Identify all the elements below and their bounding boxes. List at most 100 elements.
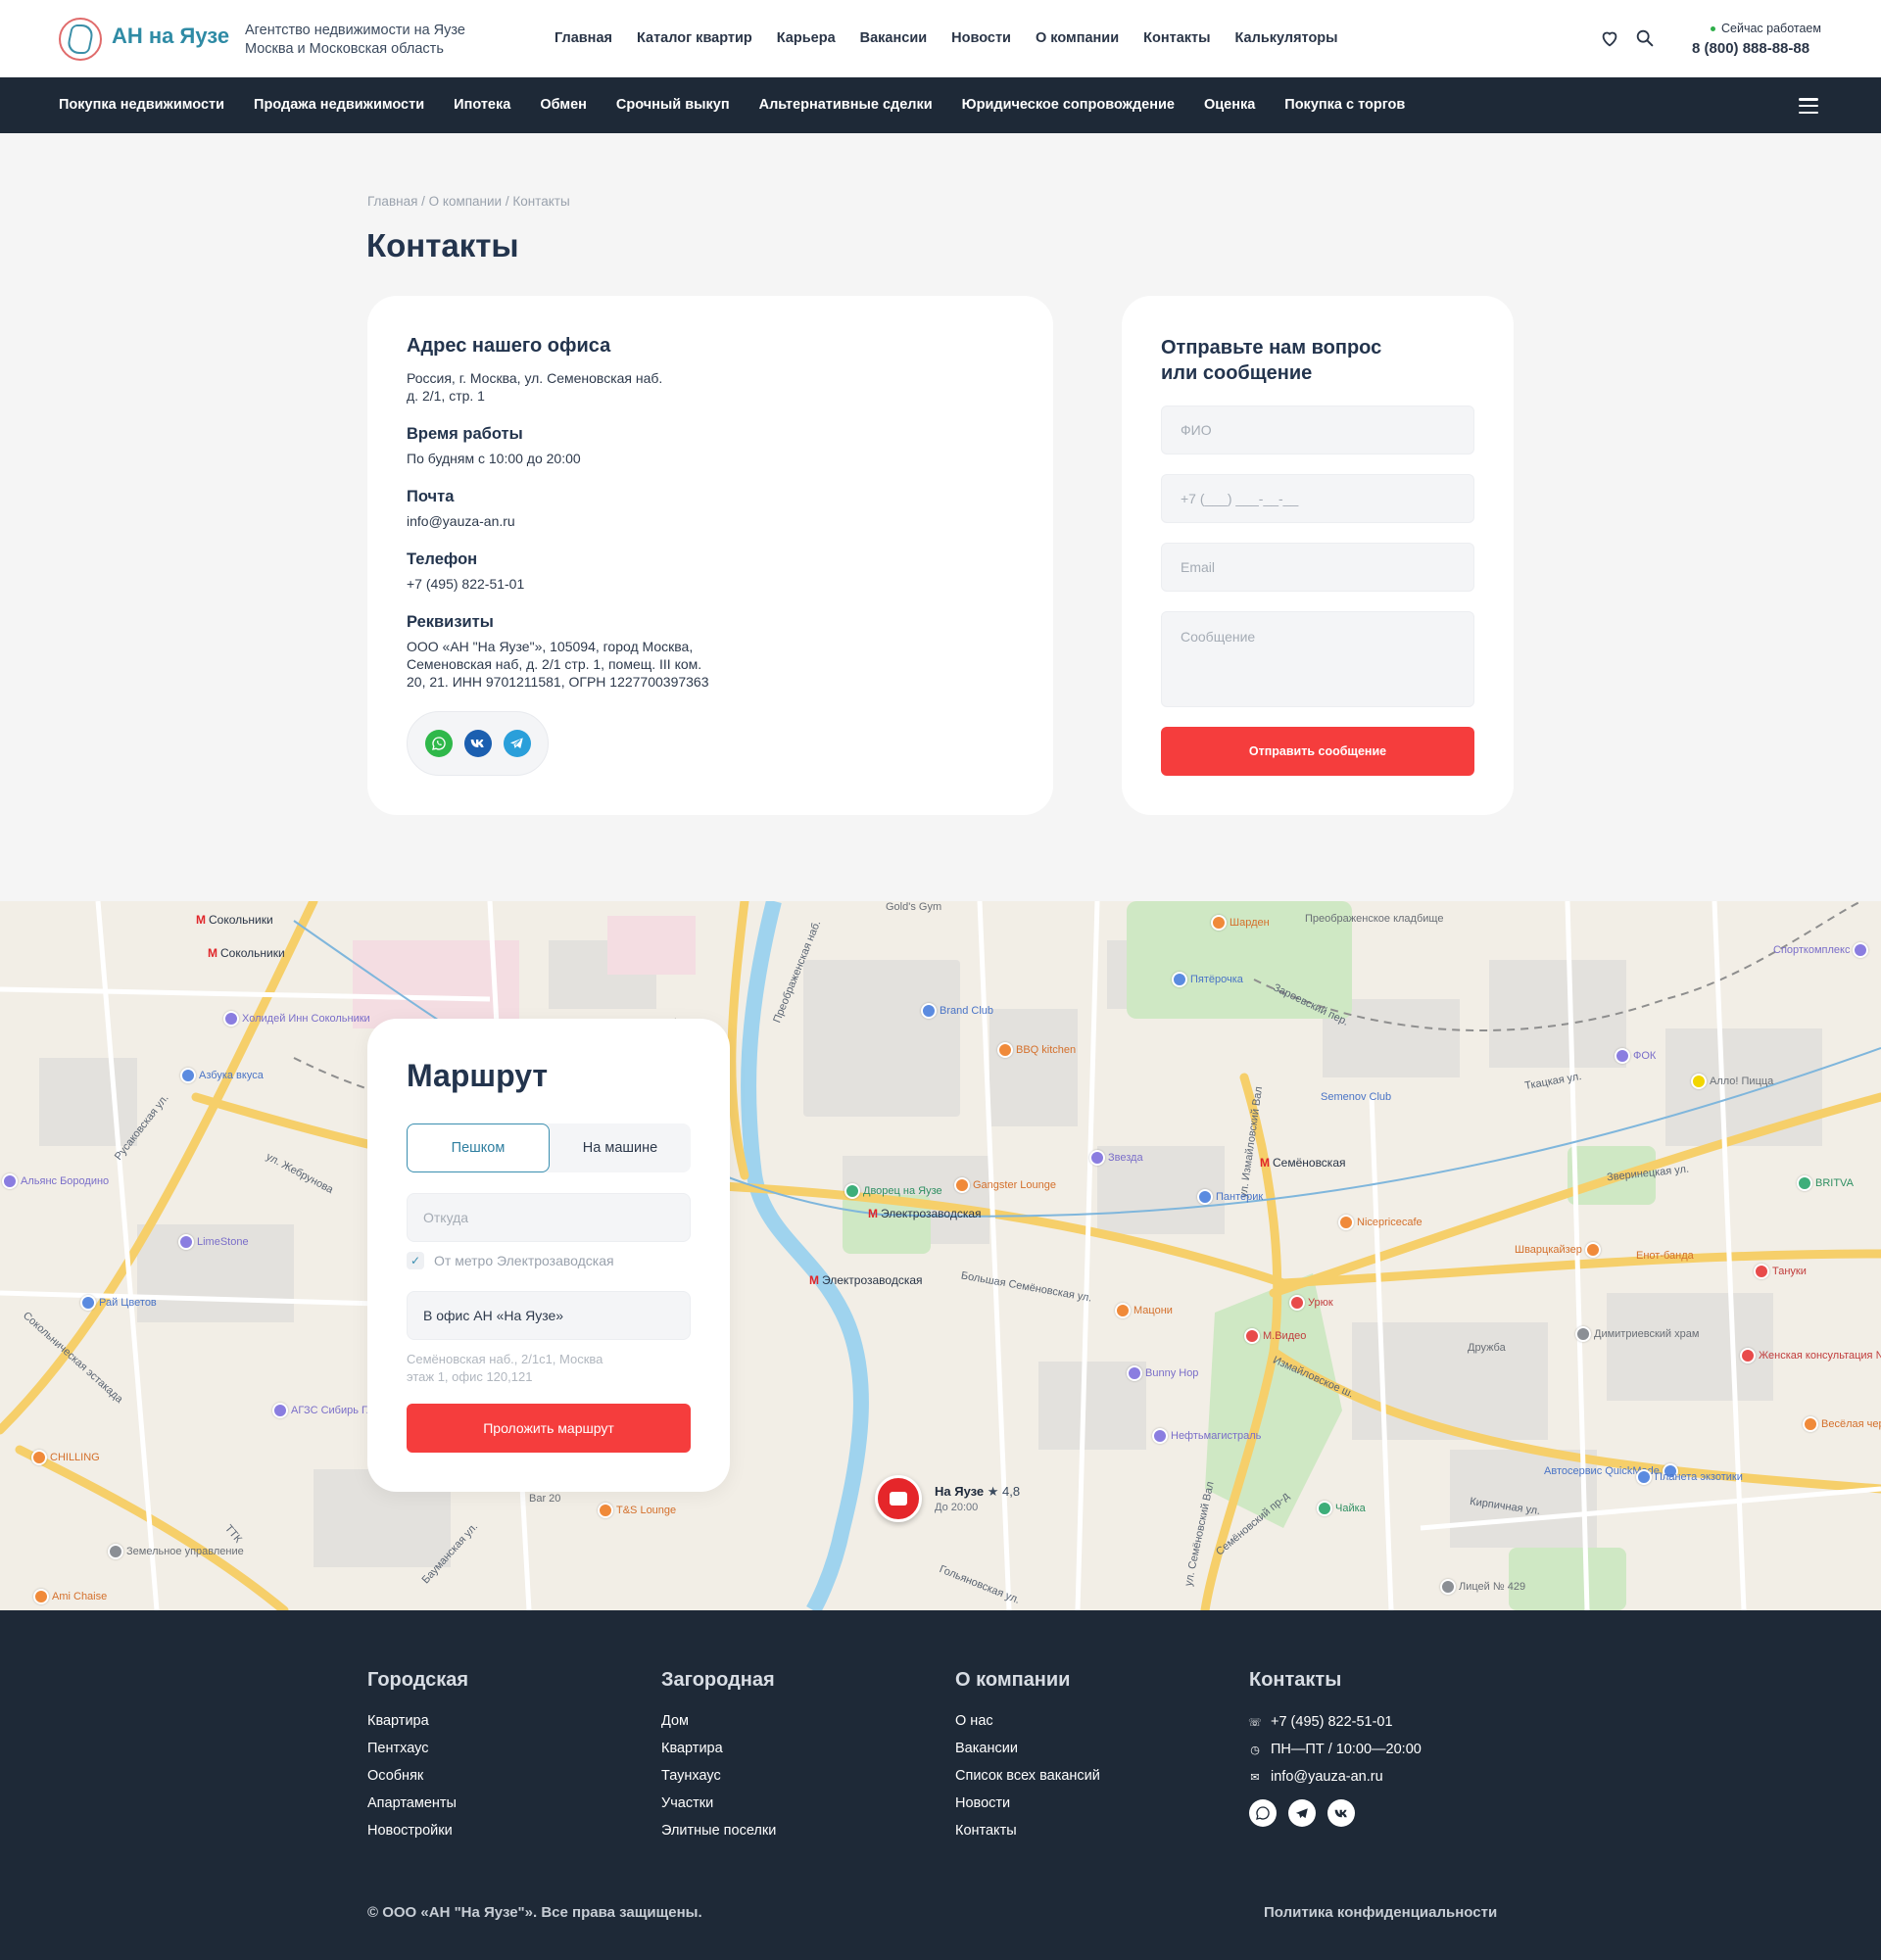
footer-link[interactable]: Новости (955, 1795, 1100, 1813)
service-auctions[interactable]: Покупка с торгов (1284, 97, 1405, 113)
map-poi[interactable]: Bar 20 (529, 1493, 560, 1505)
nav-vacancies[interactable]: Вакансии (860, 30, 928, 46)
footer-link[interactable]: Таунхаус (661, 1768, 776, 1786)
map-poi[interactable]: CHILLING (31, 1450, 100, 1465)
footer-link[interactable]: Особняк (367, 1768, 468, 1786)
map-poi[interactable]: Женская консультация №1 (1740, 1348, 1881, 1363)
whatsapp-icon[interactable] (1249, 1799, 1277, 1827)
search-icon[interactable] (1634, 27, 1656, 49)
route-from-input[interactable] (407, 1193, 691, 1242)
service-exchange[interactable]: Обмен (540, 97, 587, 113)
mode-walk-button[interactable]: Пешком (407, 1123, 550, 1172)
telegram-icon[interactable] (1288, 1799, 1316, 1827)
mail-link[interactable]: info@yauza-an.ru (407, 512, 515, 530)
whatsapp-icon[interactable] (424, 730, 453, 757)
service-valuation[interactable]: Оценка (1204, 97, 1255, 113)
footer-link[interactable]: Контакты (955, 1823, 1100, 1840)
footer-link[interactable]: Вакансии (955, 1741, 1100, 1758)
map-poi[interactable]: Азбука вкуса (180, 1068, 264, 1083)
map-poi[interactable]: Альянс Бородино (2, 1173, 109, 1189)
map-poi[interactable]: Планета экзотики (1636, 1469, 1743, 1485)
nav-main[interactable]: Главная (555, 30, 612, 46)
privacy-policy-link[interactable]: Политика конфиденциальности (1264, 1904, 1497, 1921)
vk-icon[interactable] (1327, 1799, 1355, 1827)
metro-station[interactable]: М Семёновская (1260, 1156, 1346, 1170)
footer-link[interactable]: Дом (661, 1713, 776, 1731)
marker-title[interactable]: На Яузе ★ 4,8 (935, 1484, 1020, 1500)
map-poi[interactable]: BBQ kitchen (997, 1042, 1076, 1058)
map-poi[interactable]: Рай Цветов (80, 1295, 157, 1311)
map-poi[interactable]: LimeStone (178, 1234, 249, 1250)
footer-phone[interactable]: ☏ +7 (495) 822-51-01 (1248, 1713, 1422, 1731)
footer-email[interactable]: ✉ info@yauza-an.ru (1249, 1768, 1422, 1786)
phone-link[interactable]: +7 (495) 822-51-01 (407, 575, 524, 593)
route-to-input[interactable] (407, 1291, 691, 1340)
nav-contacts[interactable]: Контакты (1143, 30, 1210, 46)
nav-calculators[interactable]: Калькуляторы (1235, 30, 1338, 46)
map-poi[interactable]: Звезда (1089, 1150, 1143, 1166)
map-poi[interactable]: Спорткомплекс (1773, 942, 1869, 958)
phone-input[interactable] (1161, 474, 1474, 523)
metro-station[interactable]: М Сокольники (208, 946, 285, 960)
footer-link[interactable]: О нас (955, 1713, 1100, 1731)
service-alternative-deals[interactable]: Альтернативные сделки (759, 97, 933, 113)
mode-car-button[interactable]: На машине (550, 1123, 691, 1172)
map-poi[interactable]: Semenov Club (1321, 1091, 1391, 1103)
map-poi[interactable]: Gold's Gym (886, 901, 941, 913)
map-poi[interactable]: Чайка (1317, 1501, 1366, 1516)
map-poi[interactable]: Лицей № 429 (1440, 1579, 1525, 1595)
metro-station[interactable]: М Электрозаводская (868, 1207, 982, 1220)
build-route-button[interactable]: Проложить маршрут (407, 1404, 691, 1453)
office-map-marker[interactable] (875, 1475, 922, 1522)
service-mortgage[interactable]: Ипотека (454, 97, 510, 113)
map-poi[interactable]: Холидей Инн Сокольники (223, 1011, 370, 1027)
email-input[interactable] (1161, 543, 1474, 592)
checkbox-check-icon[interactable]: ✓ (407, 1252, 424, 1269)
nav-about[interactable]: О компании (1036, 30, 1119, 46)
map-poi[interactable]: Весёлая черепашка (1803, 1416, 1881, 1432)
map-poi[interactable]: Димитриевский храм (1575, 1326, 1699, 1342)
map-poi[interactable]: Шварцкайзер (1515, 1242, 1601, 1258)
map-poi[interactable]: АГЗС Сибирь ГАЗ (272, 1403, 380, 1418)
brand-name[interactable]: АН на Яузе (112, 24, 229, 49)
map-poi[interactable]: Пантерик (1197, 1189, 1263, 1205)
map-poi[interactable]: BRITVA (1797, 1175, 1854, 1191)
map-poi[interactable]: Brand Club (921, 1003, 993, 1019)
map-poi[interactable]: ФОК (1615, 1048, 1656, 1064)
name-input[interactable] (1161, 406, 1474, 454)
map-poi[interactable]: Пятёрочка (1172, 972, 1243, 987)
message-textarea[interactable] (1161, 611, 1474, 707)
footer-link[interactable]: Апартаменты (367, 1795, 468, 1813)
map-poi[interactable]: Преображенское кладбище (1305, 913, 1443, 925)
heart-icon[interactable] (1599, 27, 1620, 49)
breadcrumb[interactable]: Главная / О компании / Контакты (367, 194, 570, 209)
footer-link[interactable]: Элитные поселки (661, 1823, 776, 1840)
nav-career[interactable]: Карьера (777, 30, 836, 46)
map-poi[interactable]: Ami Chaise (33, 1589, 107, 1604)
service-legal[interactable]: Юридическое сопровождение (962, 97, 1175, 113)
nav-catalog[interactable]: Каталог квартир (637, 30, 752, 46)
map-poi[interactable]: Тануки (1754, 1264, 1807, 1279)
logo-icon[interactable] (59, 18, 102, 61)
map-poi[interactable]: Енот-банда (1636, 1250, 1694, 1262)
service-buy[interactable]: Покупка недвижимости (59, 97, 224, 113)
footer-link[interactable]: Квартира (661, 1741, 776, 1758)
service-sell[interactable]: Продажа недвижимости (254, 97, 424, 113)
map-poi[interactable]: Nicepricecafe (1338, 1215, 1423, 1230)
send-message-button[interactable]: Отправить сообщение (1161, 727, 1474, 776)
metro-checkbox[interactable]: ✓ От метро Электрозаводская (407, 1252, 614, 1269)
header-phone[interactable]: 8 (800) 888-88-88 (1692, 40, 1809, 57)
telegram-icon[interactable] (503, 730, 531, 757)
nav-news[interactable]: Новости (951, 30, 1011, 46)
metro-station[interactable]: М Электрозаводская (809, 1273, 923, 1287)
footer-link[interactable]: Пентхаус (367, 1741, 468, 1758)
map-poi[interactable]: Урюк (1289, 1295, 1333, 1311)
map-poi[interactable]: Мацони (1115, 1303, 1173, 1318)
map-poi[interactable]: Дворец на Яузе (844, 1183, 942, 1199)
metro-station[interactable]: М Сокольники (196, 913, 273, 927)
map-poi[interactable]: Шарден (1211, 915, 1270, 931)
map-poi[interactable]: Bunny Hop (1127, 1365, 1198, 1381)
burger-icon[interactable] (1799, 98, 1818, 114)
footer-link[interactable]: Новостройки (367, 1823, 468, 1840)
footer-link[interactable]: Участки (661, 1795, 776, 1813)
